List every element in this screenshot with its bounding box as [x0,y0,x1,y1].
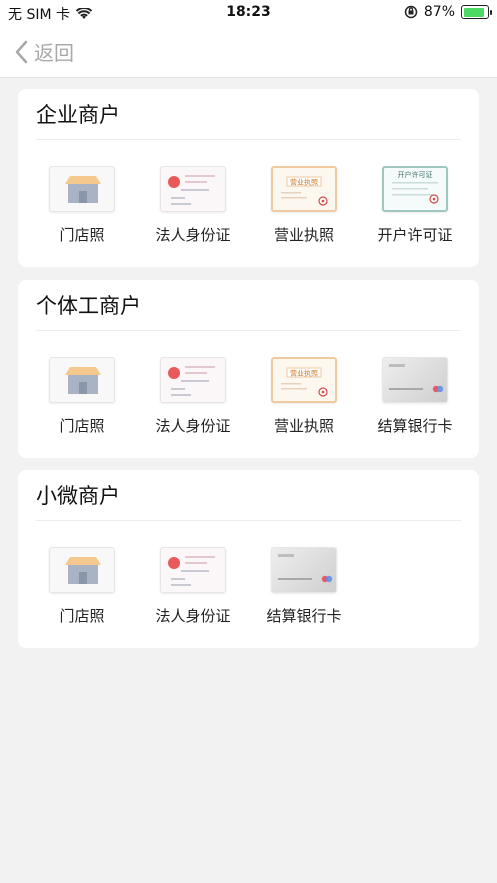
bank-card-icon [382,357,448,403]
storefront-photo-icon [49,166,115,212]
id-card-icon [160,547,226,593]
svg-text:营业执照: 营业执照 [290,178,318,187]
account-permit-icon: 开户许可证 [382,166,448,212]
svg-text:开户许可证: 开户许可证 [398,170,433,179]
doc-label: 开户许可证 [377,226,453,244]
orientation-lock-icon [404,5,418,19]
doc-id-card[interactable]: 法人身份证 [138,547,248,626]
doc-label: 门店照 [59,226,105,244]
section-title: 小微商户 [36,484,120,508]
status-bar: 无 SIM 卡 18:23 87% [0,0,497,26]
doc-label: 法人身份证 [155,417,231,435]
status-right: 87% [404,4,492,20]
divider [36,520,461,521]
business-license-icon: 营业执照 [271,166,337,212]
doc-bank-card[interactable]: 结算银行卡 [360,357,470,436]
doc-label: 营业执照 [273,417,334,435]
storefront-photo-icon [49,547,115,593]
back-label: 返回 [34,41,74,65]
chevron-left-icon [15,40,28,63]
doc-id-card[interactable]: 法人身份证 [138,166,248,245]
doc-bank-card[interactable]: 结算银行卡 [249,547,359,626]
battery-percent: 87% [423,4,455,20]
doc-id-card[interactable]: 法人身份证 [138,357,248,436]
doc-storefront-photo[interactable]: 门店照 [27,547,137,626]
id-card-icon [160,166,226,212]
section-individual-business: 个体工商户 门店照 法人身份证 营业执照 营业执照 结算银行卡 [18,280,479,458]
battery-icon [461,5,492,19]
doc-label: 结算银行卡 [266,607,342,625]
doc-label: 法人身份证 [155,226,231,244]
doc-label: 门店照 [59,417,105,435]
section-enterprise-merchant: 企业商户 门店照 法人身份证 营业执照 营业执照 开户许可证 开户许可证 [18,89,479,267]
svg-text:营业执照: 营业执照 [290,369,318,378]
id-card-icon [160,357,226,403]
doc-account-permit[interactable]: 开户许可证 开户许可证 [360,166,470,245]
back-button[interactable]: 返回 [14,37,74,66]
nav-bar: 返回 [0,26,497,78]
doc-business-license[interactable]: 营业执照 营业执照 [249,357,359,436]
business-license-icon: 营业执照 [271,357,337,403]
doc-label: 门店照 [59,607,105,625]
storefront-photo-icon [49,357,115,403]
bank-card-icon [271,547,337,593]
doc-storefront-photo[interactable]: 门店照 [27,166,137,245]
section-micro-merchant: 小微商户 门店照 法人身份证 结算银行卡 [18,470,479,648]
divider [36,139,461,140]
section-title: 企业商户 [36,103,120,127]
doc-storefront-photo[interactable]: 门店照 [27,357,137,436]
divider [36,330,461,331]
battery-fill [463,7,484,17]
doc-label: 结算银行卡 [377,417,453,435]
doc-label: 营业执照 [273,226,334,244]
doc-business-license[interactable]: 营业执照 营业执照 [249,166,359,245]
section-title: 个体工商户 [36,294,141,318]
doc-label: 法人身份证 [155,607,231,625]
